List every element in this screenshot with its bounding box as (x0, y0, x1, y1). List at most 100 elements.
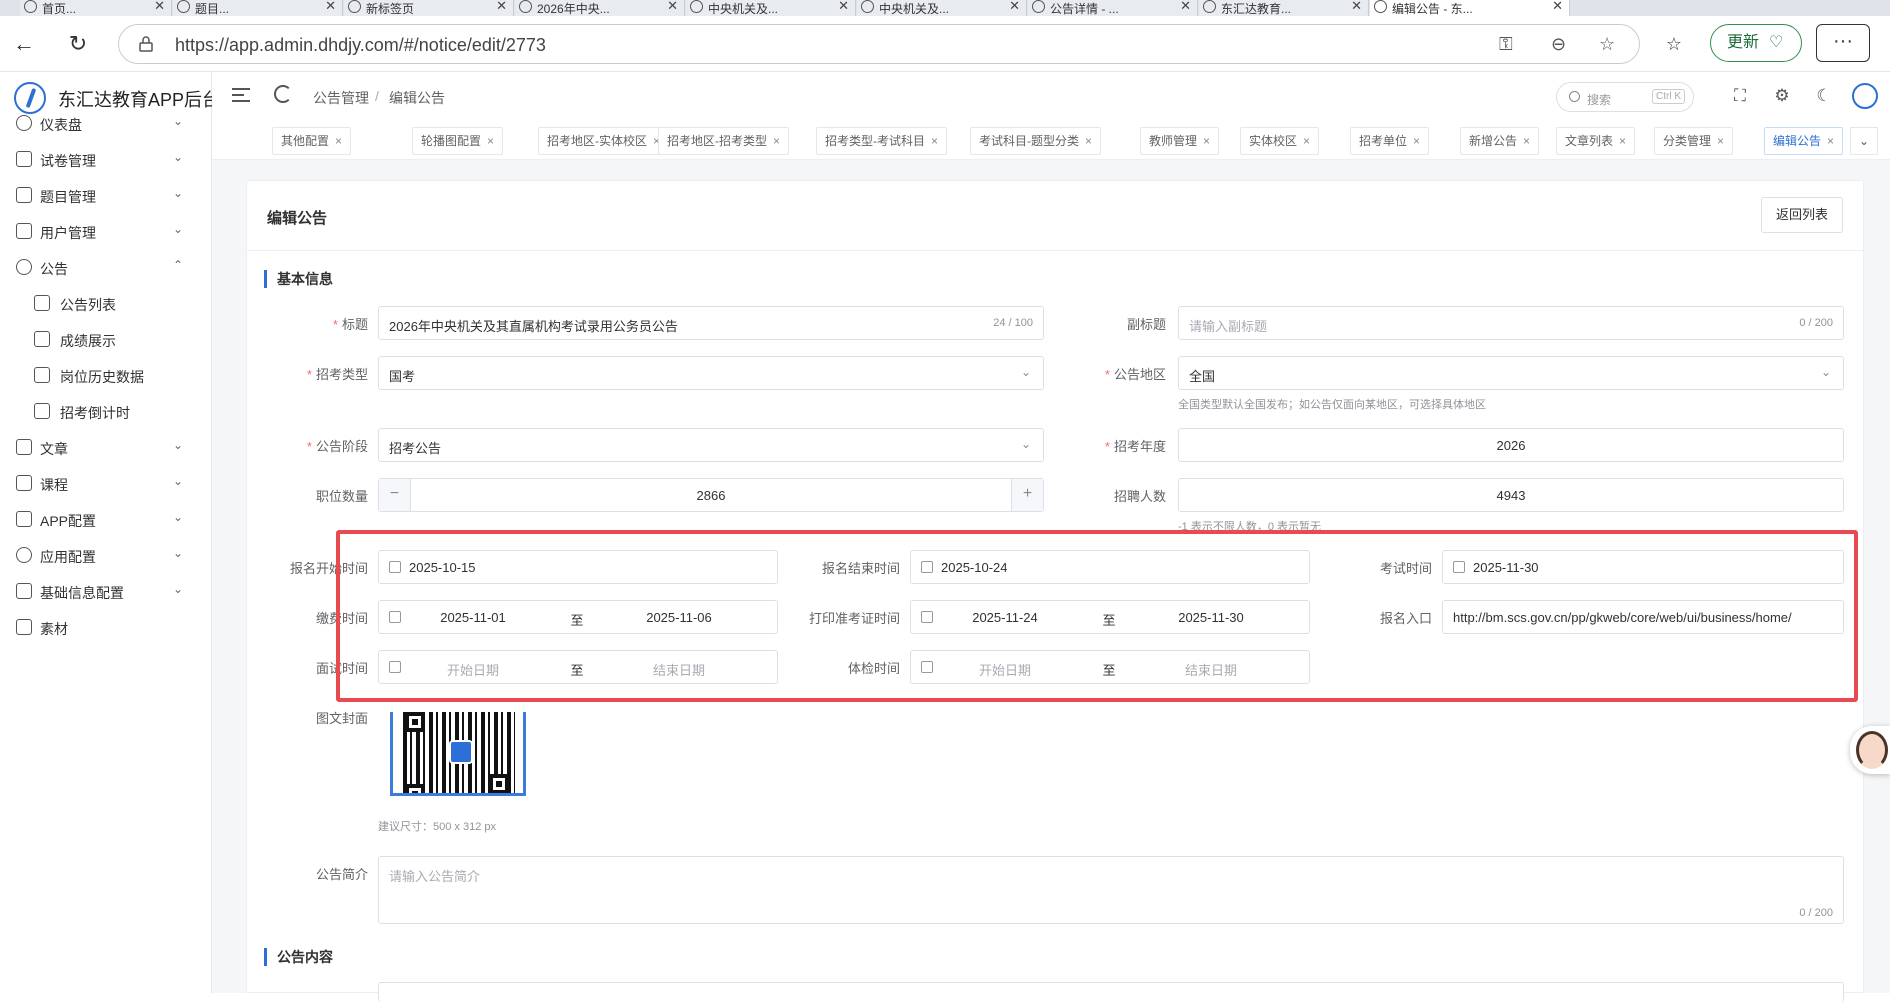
dark-mode-icon[interactable]: ☾ (1814, 86, 1834, 106)
sidebar-item[interactable]: 用户管理 ⌄ (0, 214, 211, 250)
title-input[interactable]: 2026年中央机关及其直属机构考试录用公务员公告 24 / 100 (378, 306, 1044, 340)
close-icon[interactable]: × (1717, 134, 1724, 148)
sidebar-item[interactable]: 素材 (0, 610, 211, 646)
search-input[interactable]: 搜索 Ctrl K (1556, 82, 1694, 112)
close-icon[interactable]: × (1303, 134, 1310, 148)
sidebar-item[interactable]: 应用配置 ⌄ (0, 538, 211, 574)
chevron-down-icon: ⌄ (172, 582, 183, 596)
content-editor[interactable] (378, 982, 1844, 1002)
browser-tab[interactable]: 中央机关及... ✕ (857, 0, 1027, 16)
tag-6[interactable]: 教师管理 × (1140, 127, 1220, 155)
close-icon[interactable]: × (335, 134, 342, 148)
tag-0[interactable]: 其他配置 × (272, 127, 352, 155)
browser-tab[interactable]: 首页... ✕ (20, 0, 172, 16)
close-icon[interactable]: × (1085, 134, 1092, 148)
browser-tab-active[interactable]: 编辑公告 - 东... ✕ (1370, 0, 1570, 16)
summary-textarea[interactable]: 请输入公告简介 0 / 200 (378, 856, 1844, 924)
key-icon[interactable]: ⚿ (1499, 34, 1513, 55)
close-icon[interactable]: ✕ (325, 0, 336, 14)
close-icon[interactable]: ✕ (154, 0, 165, 14)
browser-tab[interactable]: 东汇达教育... ✕ (1199, 0, 1369, 16)
sidebar-item[interactable]: 公告 ⌃ (0, 250, 211, 286)
sidebar-item-label: 公告 (40, 261, 68, 277)
browser-tab[interactable]: 中央机关及... ✕ (686, 0, 856, 16)
close-icon[interactable]: ✕ (1552, 0, 1563, 14)
back-arrow-icon[interactable]: ← (12, 32, 36, 56)
cover-image-uploader[interactable] (390, 712, 526, 796)
close-icon[interactable]: × (487, 134, 494, 148)
close-icon[interactable]: × (931, 134, 938, 148)
paper-icon (16, 151, 32, 167)
tag-1[interactable]: 轮播图配置 × (412, 127, 504, 155)
sidebar-item[interactable]: APP配置 ⌄ (0, 502, 211, 538)
close-icon[interactable]: × (1203, 134, 1210, 148)
sidebar-item[interactable]: 仪表盘 ⌄ (0, 106, 211, 142)
more-menu-button[interactable]: ··· (1816, 24, 1870, 62)
favorite-star-icon[interactable]: ☆ (1599, 34, 1615, 55)
tag-3[interactable]: 招考地区-招考类型 × (658, 127, 790, 155)
address-bar[interactable]: https://app.admin.dhdjy.com/#/notice/edi… (118, 24, 1640, 64)
close-icon[interactable]: × (1413, 134, 1420, 148)
sidebar-item[interactable]: 岗位历史数据 (0, 358, 211, 394)
browser-tab[interactable]: 题目... ✕ (173, 0, 343, 16)
sidebar-item[interactable]: 试卷管理 ⌄ (0, 142, 211, 178)
globe-icon (1374, 0, 1387, 13)
exam-type-select[interactable]: 国考 ⌄ (378, 356, 1044, 390)
sidebar-item-label: 岗位历史数据 (60, 369, 144, 385)
browser-tab[interactable]: 2026年中央... ✕ (515, 0, 685, 16)
assistant-avatar-button[interactable] (1850, 726, 1890, 774)
refresh-icon[interactable] (274, 85, 292, 103)
update-button[interactable]: 更新 ♡ (1710, 24, 1802, 62)
sidebar-item[interactable]: 公告列表 (0, 286, 211, 322)
tag-4[interactable]: 招考类型-考试科目 × (816, 127, 948, 155)
globe-icon (690, 0, 703, 13)
increment-button[interactable]: + (1011, 479, 1043, 511)
year-input[interactable]: 2026 (1178, 428, 1844, 462)
region-select[interactable]: 全国 ⌄ (1178, 356, 1844, 390)
breadcrumb-item[interactable]: 公告管理 (313, 88, 369, 108)
close-icon[interactable]: ✕ (1009, 0, 1020, 14)
tag-10[interactable]: 文章列表 × (1556, 127, 1636, 155)
fullscreen-icon[interactable]: ⛶ (1730, 86, 1750, 106)
menu-toggle-icon[interactable] (232, 88, 250, 102)
sidebar-item[interactable]: 基础信息配置 ⌄ (0, 574, 211, 610)
stage-select[interactable]: 招考公告 ⌄ (378, 428, 1044, 462)
zoom-out-icon[interactable]: ⊖ (1551, 34, 1566, 55)
sidebar-item[interactable]: 招考倒计时 (0, 394, 211, 430)
close-icon[interactable]: ✕ (496, 0, 507, 14)
reload-icon[interactable]: ↻ (66, 32, 90, 56)
tag-11[interactable]: 分类管理 × (1654, 127, 1734, 155)
close-icon[interactable]: × (1827, 134, 1834, 148)
sidebar-item[interactable]: 文章 ⌄ (0, 430, 211, 466)
avatar[interactable] (1852, 83, 1878, 109)
tag-12[interactable]: 编辑公告 × (1764, 127, 1844, 155)
chevron-down-icon[interactable]: ⌄ (1850, 127, 1878, 155)
back-to-list-button[interactable]: 返回列表 (1761, 197, 1843, 233)
tag-5[interactable]: 考试科目-题型分类 × (970, 127, 1102, 155)
tag-7[interactable]: 实体校区 × (1240, 127, 1320, 155)
positions-stepper[interactable]: − 2866 + (378, 478, 1044, 512)
close-icon[interactable]: × (1523, 134, 1530, 148)
exam-type-label-text: 招考类型 (315, 367, 368, 382)
browser-tab[interactable]: 公告详情 - ... ✕ (1028, 0, 1198, 16)
close-icon[interactable]: × (773, 134, 780, 148)
recruits-input[interactable]: 4943 (1178, 478, 1844, 512)
sidebar-item[interactable]: 成绩展示 (0, 322, 211, 358)
close-icon[interactable]: × (1619, 134, 1626, 148)
tag-2[interactable]: 招考地区-实体校区 × (538, 127, 670, 155)
settings-icon[interactable]: ⚙ (1772, 86, 1792, 106)
browser-tab[interactable]: 新标签页 ✕ (344, 0, 514, 16)
sidebar-item-label: 用户管理 (40, 225, 96, 241)
close-icon[interactable]: ✕ (838, 0, 849, 14)
close-icon[interactable]: ✕ (1180, 0, 1191, 14)
tag-8[interactable]: 招考单位 × (1350, 127, 1430, 155)
favorites-icon[interactable]: ☆ (1662, 32, 1686, 56)
tag-9[interactable]: 新增公告 × (1460, 127, 1540, 155)
sidebar-item[interactable]: 题目管理 ⌄ (0, 178, 211, 214)
close-icon[interactable]: ✕ (667, 0, 678, 14)
subtitle-input[interactable]: 请输入副标题 0 / 200 (1178, 306, 1844, 340)
dashboard-icon (16, 115, 32, 131)
close-icon[interactable]: ✕ (1351, 0, 1362, 14)
sidebar-item[interactable]: 课程 ⌄ (0, 466, 211, 502)
qr-finder-pattern (405, 712, 425, 732)
